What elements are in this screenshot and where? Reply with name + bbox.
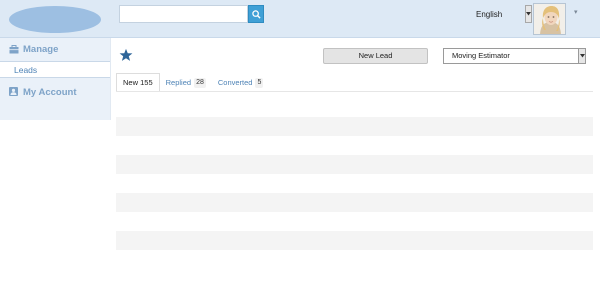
tab-converted-count: 5 <box>255 77 264 88</box>
top-bar: English ▾ <box>0 0 600 38</box>
list-item[interactable] <box>116 117 593 136</box>
tab-converted-label: Converted <box>217 78 253 87</box>
language-label[interactable]: English <box>476 10 502 19</box>
select-caret-icon <box>578 49 585 63</box>
tab-new-count: 155 <box>140 78 153 87</box>
sidebar-item-leads[interactable]: Leads <box>0 62 110 78</box>
sidebar-manage-label: Manage <box>23 44 59 55</box>
tabs-divider <box>116 91 593 92</box>
sidebar-account-label: My Account <box>23 86 77 98</box>
avatar-photo <box>534 4 565 34</box>
search-box <box>119 5 264 23</box>
search-input[interactable] <box>119 5 248 23</box>
tab-converted[interactable]: Converted 5 <box>212 73 270 92</box>
list-item[interactable] <box>116 155 593 174</box>
tab-replied[interactable]: Replied 28 <box>160 73 212 92</box>
tab-new-label: New <box>123 78 139 87</box>
search-button[interactable] <box>248 5 264 23</box>
user-menu-caret-icon[interactable]: ▾ <box>574 8 578 16</box>
tab-replied-label: Replied <box>165 78 192 87</box>
tab-new[interactable]: New 155 <box>116 73 160 92</box>
estimator-select-value: Moving Estimator <box>452 51 510 60</box>
list-item[interactable] <box>116 193 593 212</box>
leads-list <box>116 117 593 269</box>
avatar[interactable] <box>533 3 566 35</box>
tab-replied-count: 28 <box>194 77 206 88</box>
language-dropdown[interactable] <box>525 5 532 23</box>
app-root: English ▾ Manage Leads My Account New Le… <box>0 0 600 288</box>
sidebar-section-manage[interactable]: Manage <box>0 38 110 62</box>
favorite-star-icon[interactable] <box>119 48 133 62</box>
new-lead-button[interactable]: New Lead <box>323 48 428 64</box>
logo[interactable] <box>9 6 101 33</box>
search-icon <box>251 9 261 19</box>
list-item[interactable] <box>116 231 593 250</box>
estimator-select[interactable]: Moving Estimator <box>443 48 586 64</box>
language-caret-icon <box>526 12 531 16</box>
lead-tabs: New 155 Replied 28 Converted 5 <box>116 73 269 92</box>
manage-icon <box>9 44 19 55</box>
account-icon <box>9 87 19 97</box>
sidebar-section-account[interactable]: My Account <box>0 80 110 104</box>
sidebar: Manage Leads My Account <box>0 38 111 120</box>
